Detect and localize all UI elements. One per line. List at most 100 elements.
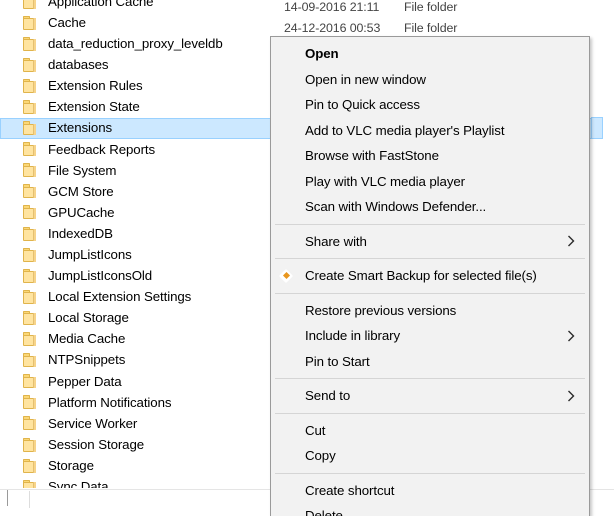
file-item-label: Local Storage xyxy=(48,310,129,326)
context-menu-item-label: Restore previous versions xyxy=(305,302,457,318)
menu-separator xyxy=(275,223,585,225)
context-menu-item-label: Include in library xyxy=(305,328,401,344)
context-menu-item[interactable]: Open in new window xyxy=(271,67,589,93)
context-menu-item-label: Share with xyxy=(305,233,367,249)
folder-icon xyxy=(23,332,39,347)
context-menu-item[interactable]: Pin to Quick access xyxy=(271,92,589,118)
file-item-label: GPUCache xyxy=(48,204,115,220)
folder-icon xyxy=(23,184,39,199)
context-menu-item[interactable]: Copy xyxy=(271,443,589,469)
chevron-right-icon xyxy=(567,330,575,342)
context-menu-item[interactable]: Open xyxy=(271,41,589,67)
folder-icon xyxy=(23,247,39,262)
context-menu-item-label: Open in new window xyxy=(305,71,426,87)
menu-separator xyxy=(275,292,585,294)
context-menu-item[interactable]: Cut xyxy=(271,418,589,444)
file-item-label: Local Extension Settings xyxy=(48,289,192,305)
folder-icon xyxy=(23,15,39,30)
context-menu-item[interactable]: Send to xyxy=(271,383,589,409)
context-menu-item-label: Copy xyxy=(305,448,336,464)
file-item-label: Extension Rules xyxy=(48,78,143,94)
folder-icon xyxy=(23,142,39,157)
context-menu-item[interactable]: Pin to Start xyxy=(271,349,589,375)
folder-icon xyxy=(23,310,39,325)
status-bar-stub xyxy=(0,490,8,506)
context-menu-item-label: Browse with FastStone xyxy=(305,148,439,164)
context-menu-item-label: Cut xyxy=(305,422,326,438)
folder-icon xyxy=(23,289,39,304)
context-menu-item[interactable]: Delete xyxy=(271,503,589,516)
context-menu-item[interactable]: Create shortcut xyxy=(271,478,589,504)
folder-icon xyxy=(23,226,39,241)
file-item-label: JumpListIcons xyxy=(48,247,132,263)
file-explorer-window: Application Cache Cache data_reduction_pro… xyxy=(0,0,614,516)
file-item-label: Application Cache xyxy=(48,0,154,9)
detail-date-modified: 24-12-2016 00:53 xyxy=(284,21,381,36)
status-bar-divider xyxy=(29,491,30,508)
folder-icon xyxy=(23,458,39,473)
folder-icon xyxy=(23,121,39,136)
file-item-label: Storage xyxy=(48,457,94,473)
context-menu-item[interactable]: Play with VLC media player xyxy=(271,169,589,195)
folder-icon xyxy=(23,374,39,389)
context-menu-item[interactable]: Browse with FastStone xyxy=(271,143,589,169)
menu-separator xyxy=(275,472,585,474)
context-menu-item-label: Delete xyxy=(305,508,343,516)
context-menu-item-label: Create Smart Backup for selected file(s) xyxy=(305,268,537,284)
file-item-label: GCM Store xyxy=(48,183,114,199)
context-menu-item-label: Add to VLC media player's Playlist xyxy=(305,122,505,138)
context-menu-item-label: Send to xyxy=(305,388,351,404)
context-menu-item[interactable]: Share with xyxy=(271,229,589,255)
folder-icon xyxy=(23,437,39,452)
context-menu-item-label: Play with VLC media player xyxy=(305,173,465,189)
detail-type: File folder xyxy=(404,0,458,14)
file-item-label: Extension State xyxy=(48,99,140,115)
menu-separator xyxy=(275,412,585,414)
context-menu-item[interactable]: Include in library xyxy=(271,323,589,349)
chevron-right-icon xyxy=(567,235,575,247)
chevron-right-icon xyxy=(567,390,575,402)
file-item-label: Feedback Reports xyxy=(48,141,156,157)
context-menu-item-label: Pin to Quick access xyxy=(305,97,420,113)
context-menu-item[interactable]: Add to VLC media player's Playlist xyxy=(271,118,589,144)
file-item-label: Platform Notifications xyxy=(48,394,172,410)
selection-highlight-sliver xyxy=(591,117,603,139)
context-menu-item-label: Pin to Start xyxy=(305,353,370,369)
file-item-label: File System xyxy=(48,162,117,178)
file-item-label: NTPSnippets xyxy=(48,352,126,368)
folder-icon xyxy=(23,78,39,93)
smart-backup-icon xyxy=(278,268,294,284)
context-menu-item[interactable]: Scan with Windows Defender... xyxy=(271,194,589,220)
file-item-label: Pepper Data xyxy=(48,373,122,389)
menu-separator xyxy=(275,378,585,379)
file-item-label: IndexedDB xyxy=(48,225,113,241)
folder-icon xyxy=(23,36,39,51)
file-item-label: Extensions xyxy=(48,120,113,136)
file-item-label: Media Cache xyxy=(48,331,126,347)
context-menu-item[interactable]: Create Smart Backup for selected file(s) xyxy=(271,263,589,289)
pane-right-border xyxy=(592,0,593,488)
file-item-label: Session Storage xyxy=(48,436,145,452)
detail-type: File folder xyxy=(404,21,458,36)
file-item-label: JumpListIconsOld xyxy=(48,268,153,284)
folder-icon xyxy=(23,268,39,283)
folder-icon xyxy=(23,395,39,410)
context-menu-item[interactable]: Restore previous versions xyxy=(271,298,589,324)
folder-icon xyxy=(23,163,39,178)
file-item-label: Service Worker xyxy=(48,415,138,431)
folder-icon xyxy=(23,100,39,115)
folder-icon xyxy=(23,416,39,431)
file-item-label: databases xyxy=(48,57,109,73)
folder-icon xyxy=(23,353,39,368)
context-menu-item-label: Open xyxy=(305,46,339,62)
detail-date-modified: 14-09-2016 21:11 xyxy=(284,0,380,14)
folder-icon xyxy=(23,479,39,488)
context-menu[interactable]: Open Open in new window Pin to Quick acces… xyxy=(270,36,590,516)
context-menu-item-label: Create shortcut xyxy=(305,482,395,498)
file-item-label: Cache xyxy=(48,14,86,30)
file-item-label: Sync Data xyxy=(48,479,109,488)
folder-icon xyxy=(23,57,39,72)
context-menu-item-label: Scan with Windows Defender... xyxy=(305,199,487,215)
folder-icon xyxy=(23,0,39,9)
folder-icon xyxy=(23,205,39,220)
